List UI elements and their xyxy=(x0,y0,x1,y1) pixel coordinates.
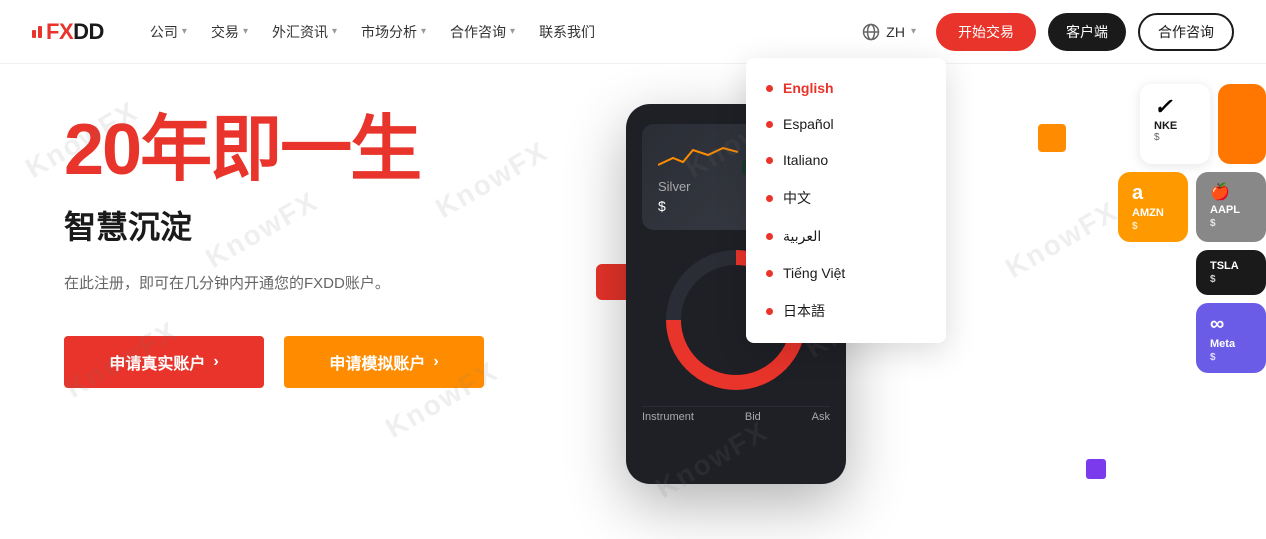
deco-orange-block xyxy=(1218,84,1266,164)
lang-option-arabic[interactable]: العربية xyxy=(746,218,946,255)
nav-item-analysis[interactable]: 市场分析 ▾ xyxy=(351,14,436,50)
stock-row-4: ∞ Meta $ xyxy=(1118,303,1266,373)
consult-button[interactable]: 合作咨询 xyxy=(1138,13,1234,51)
stock-symbol-amzn: AMZN xyxy=(1132,207,1174,219)
globe-icon xyxy=(862,23,880,41)
lang-dot-icon xyxy=(766,308,773,315)
stock-price-amzn: $ xyxy=(1132,221,1174,232)
trading-table: Instrument Bid Ask xyxy=(642,406,830,427)
stock-row-2: a AMZN $ 🍎 AAPL $ xyxy=(1118,172,1266,242)
stock-price-aapl: $ xyxy=(1210,218,1252,229)
stock-card-aapl: 🍎 AAPL $ xyxy=(1196,172,1266,242)
lang-option-english[interactable]: English xyxy=(746,70,946,106)
chevron-down-icon: ▾ xyxy=(911,26,916,37)
stock-cards: ✓ NKE $ a AMZN $ 🍎 AAPL $ xyxy=(1118,84,1266,373)
lang-option-chinese[interactable]: 中文 xyxy=(746,178,946,218)
apple-icon: 🍎 xyxy=(1210,182,1252,202)
lang-dot-icon xyxy=(766,157,773,164)
amazon-icon: a xyxy=(1132,182,1174,205)
apply-demo-account-button[interactable]: 申请模拟账户 › xyxy=(284,336,484,388)
apply-real-account-button[interactable]: 申请真实账户 › xyxy=(64,336,264,388)
silver-chart xyxy=(658,140,738,170)
lang-dot-icon xyxy=(766,233,773,240)
hero-description: 在此注册，即可在几分钟内开通您的FXDD账户。 xyxy=(64,272,484,296)
hero-left: 20年即一生 智慧沉淀 在此注册，即可在几分钟内开通您的FXDD账户。 申请真实… xyxy=(64,114,484,388)
stock-card-tsla: TSLA $ xyxy=(1196,250,1266,295)
nav-item-news[interactable]: 外汇资讯 ▾ xyxy=(262,14,347,50)
chevron-down-icon: ▾ xyxy=(510,26,515,37)
chevron-down-icon: ▾ xyxy=(182,26,187,37)
nav-item-trade[interactable]: 交易 ▾ xyxy=(201,14,258,50)
language-selector[interactable]: ZH ▾ xyxy=(854,17,924,47)
nav-items: 公司 ▾ 交易 ▾ 外汇资讯 ▾ 市场分析 ▾ 合作咨询 ▾ 联系我们 xyxy=(140,14,854,50)
nike-swoosh: ✓ xyxy=(1154,94,1172,119)
lang-dot-icon xyxy=(766,121,773,128)
chevron-down-icon: ▾ xyxy=(243,26,248,37)
nav-item-company[interactable]: 公司 ▾ xyxy=(140,14,197,50)
nav-item-partner[interactable]: 合作咨询 ▾ xyxy=(440,14,525,50)
hero-subtitle: 智慧沉淀 xyxy=(64,202,484,248)
stock-symbol-nke: NKE xyxy=(1154,120,1196,132)
logo-text: FXDD xyxy=(46,19,104,45)
start-trading-button[interactable]: 开始交易 xyxy=(936,13,1036,51)
meta-icon: ∞ xyxy=(1210,313,1252,336)
logo-icon xyxy=(32,26,42,38)
stock-symbol-aapl: AAPL xyxy=(1210,204,1252,216)
lang-dot-icon xyxy=(766,270,773,277)
stock-price-nke: $ xyxy=(1154,132,1196,143)
language-dropdown: English Español Italiano 中文 العربية Tiến… xyxy=(746,58,946,343)
stock-price-tsla: $ xyxy=(1210,274,1252,285)
deco-square-purple xyxy=(1086,459,1106,479)
stock-card-amzn: a AMZN $ xyxy=(1118,172,1188,242)
stock-card-meta: ∞ Meta $ xyxy=(1196,303,1266,373)
table-header-row: Instrument Bid Ask xyxy=(642,406,830,427)
lang-option-italian[interactable]: Italiano xyxy=(746,142,946,178)
deco-square-orange xyxy=(1038,124,1066,152)
nav-right: ZH ▾ 开始交易 客户端 合作咨询 xyxy=(854,13,1234,51)
hero-section: 20年即一生 智慧沉淀 在此注册，即可在几分钟内开通您的FXDD账户。 申请真实… xyxy=(0,64,1266,539)
chevron-down-icon: ▾ xyxy=(332,26,337,37)
nav-item-contact[interactable]: 联系我们 xyxy=(529,14,605,50)
stock-price-meta: $ xyxy=(1210,352,1252,363)
lang-dot-icon xyxy=(766,85,773,92)
stock-symbol-meta: Meta xyxy=(1210,338,1252,350)
hero-buttons: 申请真实账户 › 申请模拟账户 › xyxy=(64,336,484,388)
chevron-down-icon: ▾ xyxy=(421,26,426,37)
stock-row-1: ✓ NKE $ xyxy=(1118,84,1266,164)
lang-dot-icon xyxy=(766,195,773,202)
stock-row-3: TSLA $ xyxy=(1118,250,1266,295)
client-portal-button[interactable]: 客户端 xyxy=(1048,13,1126,51)
stock-symbol-tsla: TSLA xyxy=(1210,260,1252,272)
logo[interactable]: FXDD xyxy=(32,19,104,45)
lang-option-spanish[interactable]: Español xyxy=(746,106,946,142)
navbar: FXDD 公司 ▾ 交易 ▾ 外汇资讯 ▾ 市场分析 ▾ 合作咨询 ▾ 联系我们 xyxy=(0,0,1266,64)
hero-title: 20年即一生 xyxy=(64,114,484,186)
lang-option-vietnamese[interactable]: Tiếng Việt xyxy=(746,255,946,291)
stock-card-nike: ✓ NKE $ xyxy=(1140,84,1210,164)
lang-option-japanese[interactable]: 日本語 xyxy=(746,291,946,331)
